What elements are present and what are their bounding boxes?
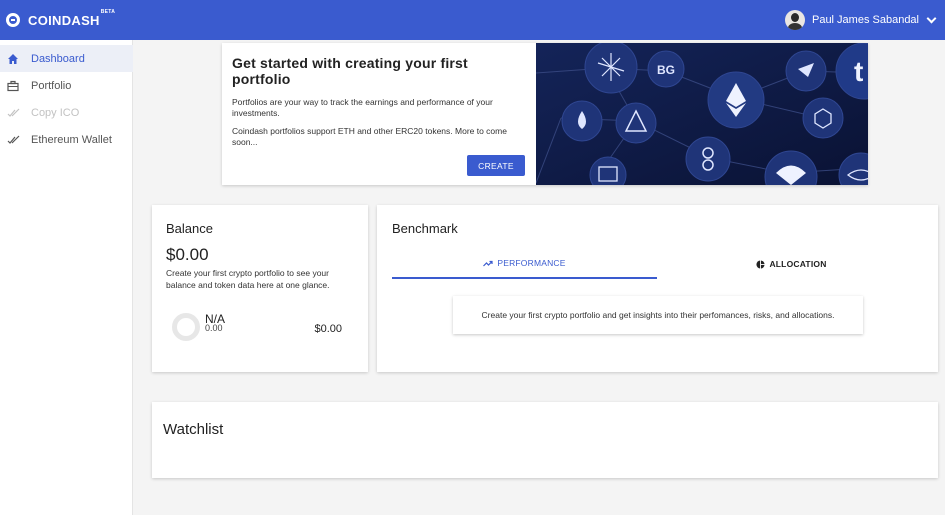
token-illustration: BG t: [536, 43, 868, 185]
watchlist-card: Watchlist: [152, 402, 938, 478]
balance-title: Balance: [166, 221, 213, 236]
svg-text:t: t: [854, 56, 863, 87]
sidebar-item-label: Portfolio: [31, 79, 72, 92]
sidebar-item-portfolio[interactable]: Portfolio: [0, 72, 133, 99]
pie-chart-icon: [756, 259, 766, 269]
beta-badge: BETA: [100, 8, 116, 15]
watchlist-title: Watchlist: [163, 421, 224, 438]
trending-up-icon: [483, 260, 493, 267]
avatar: [784, 10, 805, 30]
svg-text:BG: BG: [657, 63, 675, 77]
check-double-icon: [6, 133, 20, 147]
sidebar: Dashboard Portfolio Copy ICO Ethereum Wa…: [0, 40, 133, 515]
balance-donut-chart: [172, 313, 200, 341]
benchmark-card: Benchmark PERFORMANCE ALLOCATION Create …: [377, 205, 938, 372]
sidebar-item-ethereum-wallet[interactable]: Ethereum Wallet: [0, 126, 133, 153]
token-value: 0.00: [205, 323, 223, 333]
tab-label: PERFORMANCE: [497, 258, 566, 268]
get-started-description: Portfolios are your way to track the ear…: [232, 97, 493, 118]
brand-name: COINDASHBETA: [28, 8, 116, 28]
balance-description: Create your first crypto portfolio to se…: [166, 268, 330, 290]
sidebar-item-label: Copy ICO: [31, 106, 80, 119]
tab-allocation[interactable]: ALLOCATION: [659, 249, 924, 279]
sidebar-item-label: Ethereum Wallet: [31, 133, 112, 146]
coindash-logo-icon: [6, 13, 20, 27]
get-started-card: Get started with creating your first por…: [222, 43, 868, 185]
get-started-title: Get started with creating your first por…: [232, 55, 468, 87]
chevron-down-icon: [926, 13, 937, 23]
user-menu[interactable]: Paul James Sabandal: [784, 10, 937, 30]
home-icon: [6, 52, 20, 66]
sidebar-item-copy-ico[interactable]: Copy ICO: [0, 99, 133, 126]
top-bar: COINDASHBETA Paul James Sabandal: [0, 0, 945, 40]
check-double-icon: [6, 106, 20, 120]
brand[interactable]: COINDASHBETA: [6, 8, 116, 28]
benchmark-empty-message: Create your first crypto portfolio and g…: [453, 296, 863, 334]
get-started-text: Get started with creating your first por…: [232, 55, 527, 148]
token-amount: $0.00: [314, 323, 342, 335]
briefcase-icon: [6, 79, 20, 93]
benchmark-title: Benchmark: [392, 221, 458, 236]
create-portfolio-button[interactable]: CREATE: [467, 155, 525, 176]
balance-value: $0.00: [166, 245, 209, 264]
user-name: Paul James Sabandal: [811, 14, 919, 26]
tab-label: ALLOCATION: [769, 259, 827, 269]
balance-card: Balance $0.00 Create your first crypto p…: [152, 205, 368, 372]
get-started-note: Coindash portfolios support ETH and othe…: [232, 126, 507, 147]
sidebar-item-dashboard[interactable]: Dashboard: [0, 45, 133, 72]
sidebar-item-label: Dashboard: [31, 52, 85, 65]
tab-performance[interactable]: PERFORMANCE: [392, 249, 657, 279]
